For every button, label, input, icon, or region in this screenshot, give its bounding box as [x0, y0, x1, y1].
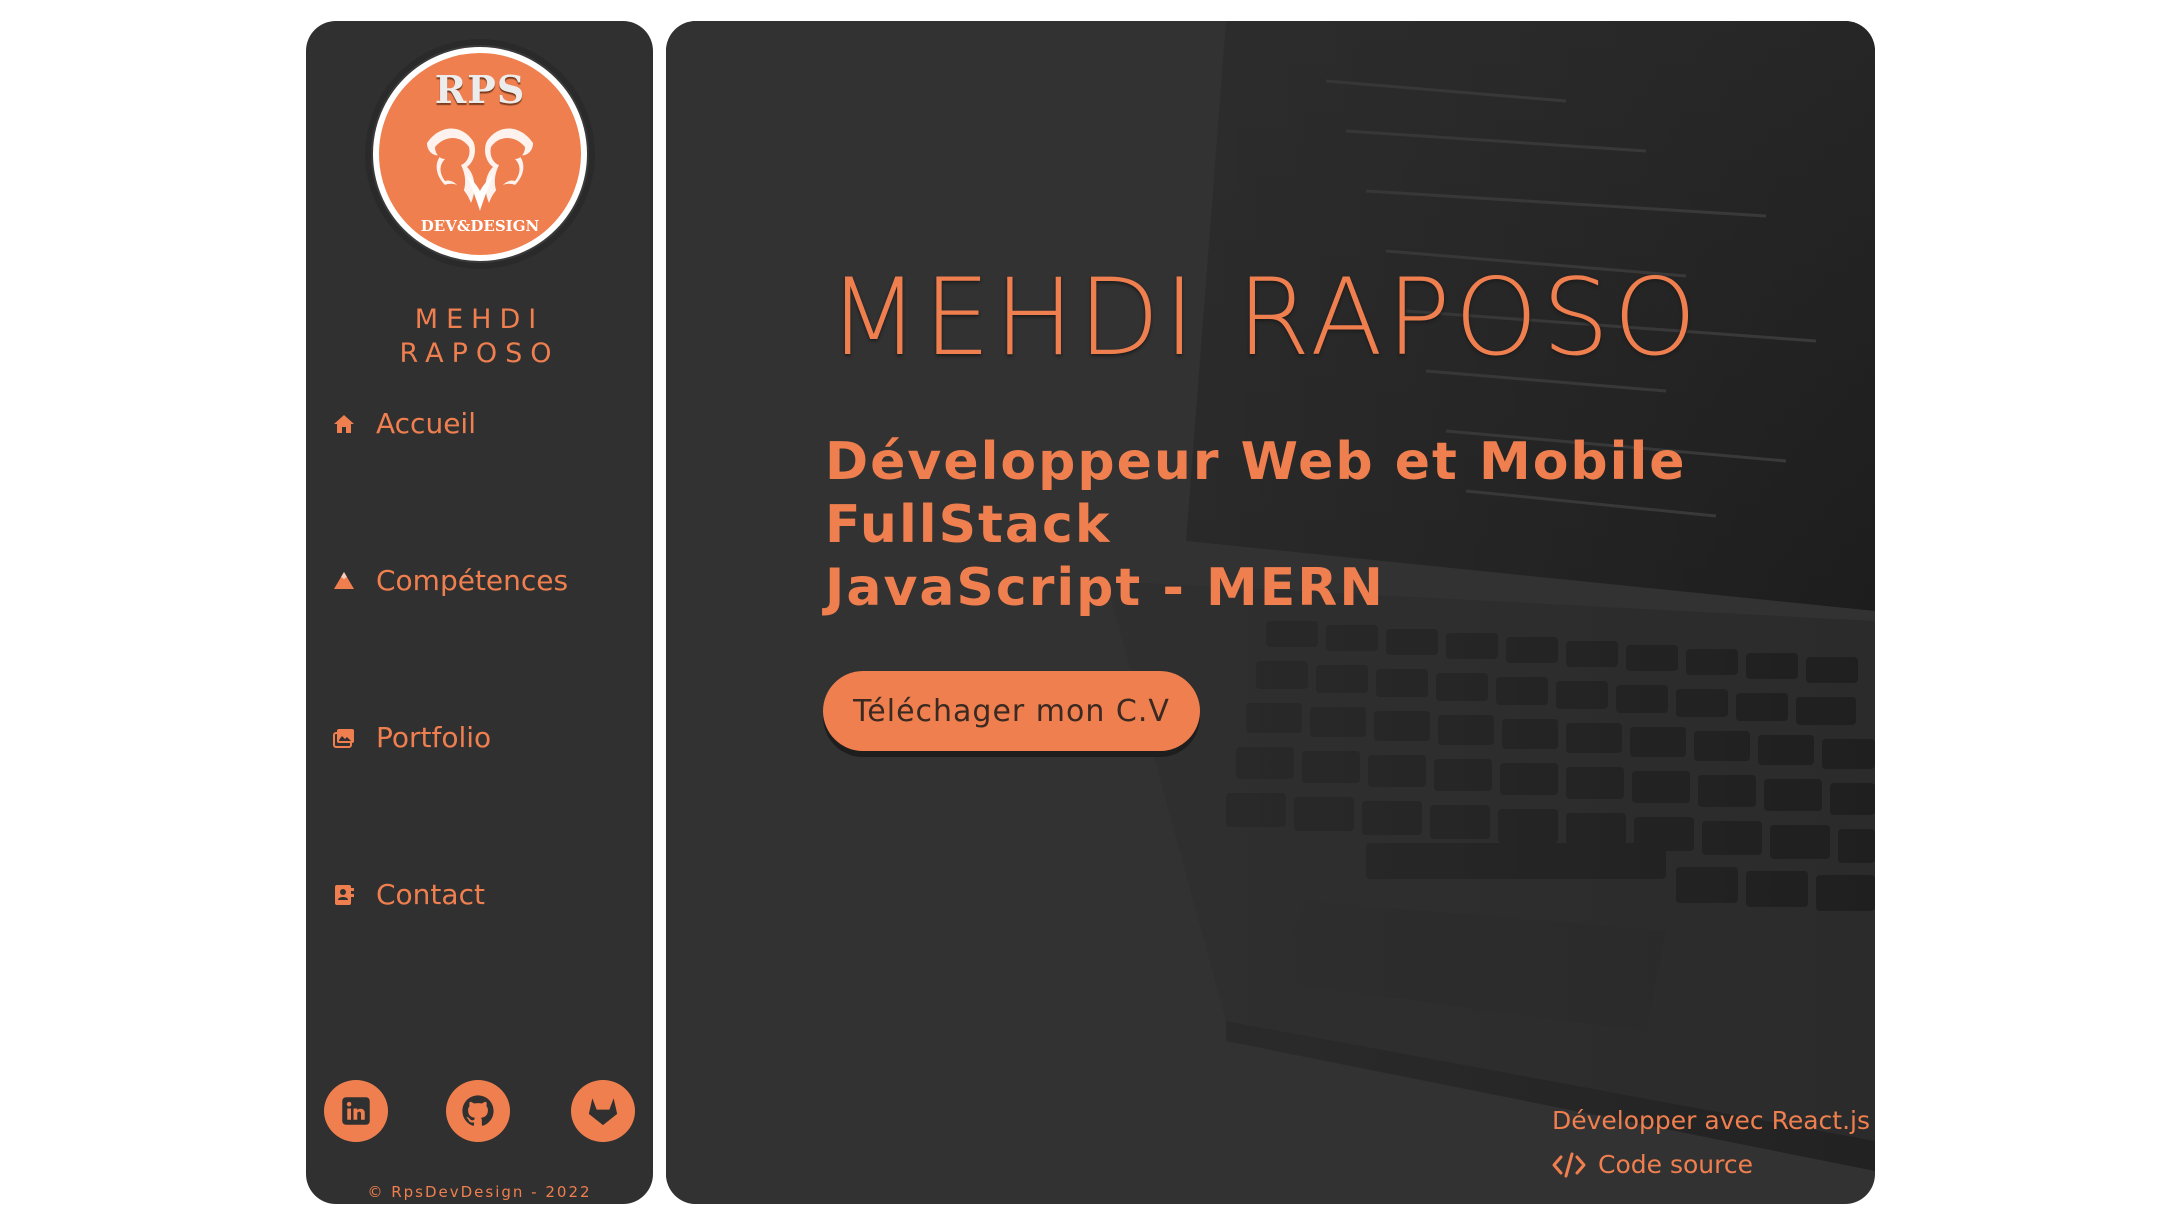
nav-item-competences[interactable]: Compétences [332, 564, 568, 597]
hero-subtitle-line2: JavaScript - MERN [825, 558, 1385, 618]
mountain-icon [334, 571, 354, 589]
built-with-react-link[interactable]: Développer avec React.js [1552, 1099, 1870, 1143]
linkedin-button[interactable] [324, 1080, 388, 1142]
logo-text: RPS [434, 67, 526, 112]
hero-subtitle-line1: Développeur Web et Mobile FullStack [825, 432, 1687, 555]
source-code-label: Code source [1598, 1150, 1753, 1179]
copyright: © RpsDevDesign - 2022 [367, 1183, 592, 1201]
code-icon [1552, 1152, 1586, 1178]
logo-badge: RPS DEV&DESIGN [373, 47, 587, 261]
horse-emblem-icon [427, 128, 533, 211]
nav-label: Contact [376, 878, 485, 911]
sidebar-name: MEHDI RAPOSO [306, 303, 653, 371]
logo-subtext: DEV&DESIGN [420, 217, 540, 235]
sidebar-name-first: MEHDI [414, 304, 545, 335]
linkedin-icon [342, 1097, 370, 1125]
home-icon [334, 414, 354, 433]
sidebar: RPS DEV&DESIGN MEHDI RAPOSO Accueil Comp… [306, 21, 653, 1204]
nav-label: Portfolio [376, 721, 492, 754]
download-cv-button[interactable]: Téléchager mon C.V [823, 671, 1200, 751]
sidebar-name-last: RAPOSO [399, 338, 560, 369]
github-button[interactable] [446, 1080, 510, 1142]
nav-item-portfolio[interactable]: Portfolio [332, 721, 491, 754]
hero-title: MEHDI RAPOSO [828, 256, 1701, 379]
nav-item-accueil[interactable]: Accueil [332, 407, 476, 440]
gitlab-icon [588, 1098, 618, 1126]
nav-item-contact[interactable]: Contact [332, 878, 485, 911]
hero-panel: MEHDI RAPOSO Développeur Web et Mobile F… [666, 21, 1875, 1204]
source-code-link[interactable]: Code source [1552, 1143, 1870, 1187]
logo[interactable]: RPS DEV&DESIGN [365, 39, 595, 269]
hero-subtitle: Développeur Web et Mobile FullStack Java… [825, 431, 1865, 620]
github-icon [462, 1095, 494, 1126]
nav-label: Compétences [376, 564, 569, 597]
footer-links: Développer avec React.js Code source [1552, 1099, 1870, 1187]
gitlab-button[interactable] [571, 1080, 635, 1142]
images-icon [333, 728, 354, 748]
address-book-icon [335, 884, 354, 905]
nav-label: Accueil [376, 407, 476, 440]
